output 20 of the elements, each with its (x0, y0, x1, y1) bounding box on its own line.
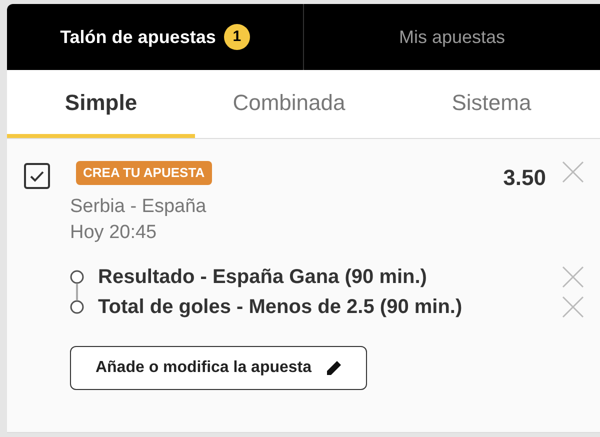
close-icon[interactable] (562, 266, 584, 288)
edit-bet-button[interactable]: Añade o modifica la apuesta (70, 346, 367, 390)
top-tab[interactable]: Talón de apuestas 1 (7, 4, 303, 70)
circle-icon (70, 270, 84, 284)
match-name: Serbia - España (70, 195, 208, 219)
bet-type-tab[interactable]: Combinada (195, 70, 383, 138)
check-icon (30, 170, 44, 182)
checkbox[interactable] (24, 163, 50, 189)
match-time: Hoy 20:45 (70, 221, 158, 245)
bet-type-tab[interactable]: Sistema (383, 70, 600, 138)
odds: 3.50 (503, 164, 546, 192)
tag: CREA TU APUESTA (76, 161, 212, 184)
circle-icon (70, 300, 84, 314)
close-icon[interactable] (562, 161, 584, 183)
close-icon[interactable] (562, 296, 584, 318)
pencil-icon (326, 360, 342, 376)
count-badge: 1 (224, 24, 250, 50)
bet-type-tab[interactable]: Simple (7, 70, 195, 138)
selection-label: Total de goles - Menos de 2.5 (90 min.) (98, 295, 462, 320)
selection-label: Resultado - España Gana (90 min.) (98, 265, 427, 290)
